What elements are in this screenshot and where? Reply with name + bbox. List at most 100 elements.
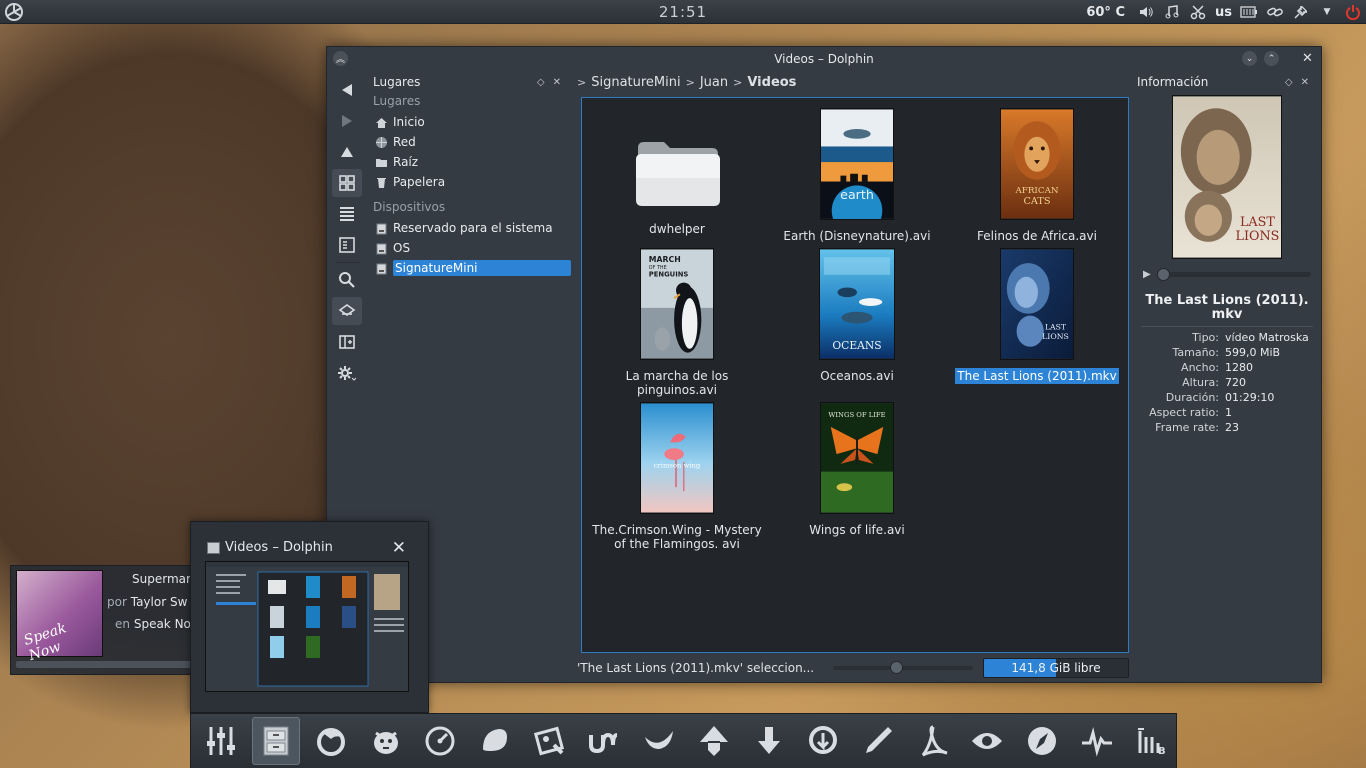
meta-value: vídeo Matroska xyxy=(1225,331,1309,344)
file-item[interactable]: OCEANS Oceanos.avi xyxy=(767,248,947,383)
mixer-icon[interactable] xyxy=(197,717,246,765)
temperature-readout[interactable]: 60° C xyxy=(1086,5,1125,20)
file-item[interactable]: crimson wing The.Crimson.Wing - Mystery … xyxy=(587,402,767,551)
breadcrumb-separator-icon[interactable]: > xyxy=(577,76,586,89)
find-button[interactable] xyxy=(332,266,362,294)
breadcrumb-separator-icon[interactable]: > xyxy=(733,76,742,89)
music-notes-icon[interactable] xyxy=(1163,3,1181,21)
file-view[interactable]: dwhelper earth Earth (Disneynature).avi xyxy=(581,97,1129,653)
file-name: The.Crimson.Wing - Mystery of the Flamin… xyxy=(592,523,762,551)
meta-key: Frame rate: xyxy=(1155,421,1219,434)
place-item-root[interactable]: Raíz xyxy=(371,152,571,172)
chevron-down-icon[interactable]: ▼ xyxy=(1318,3,1336,21)
firefox-icon[interactable] xyxy=(306,717,355,765)
place-label: Red xyxy=(393,135,416,149)
inkscape-icon[interactable] xyxy=(689,717,738,765)
poster-title-bottom: CATS xyxy=(1023,196,1050,207)
app-launcher-button[interactable] xyxy=(2,0,26,24)
details-view-button[interactable] xyxy=(332,200,362,228)
icons-view-button[interactable] xyxy=(332,169,362,197)
place-item-home[interactable]: Inicio xyxy=(371,112,571,132)
eye-icon[interactable] xyxy=(963,717,1012,765)
poster-title: earth xyxy=(840,187,874,202)
network-icon xyxy=(374,135,388,149)
battery-icon[interactable] xyxy=(1240,3,1258,21)
keyboard-layout[interactable]: us xyxy=(1215,5,1232,20)
playback-progress[interactable] xyxy=(16,661,196,668)
media-preview-player: ▶ xyxy=(1143,268,1311,281)
video-editor-icon[interactable] xyxy=(525,717,574,765)
place-item-trash[interactable]: Papelera xyxy=(371,172,571,192)
poster-title-bottom: PENGUINS xyxy=(649,271,689,279)
file-item[interactable]: AFRICAN CATS Felinos de Africa.avi xyxy=(947,108,1127,243)
panel-controls[interactable]: ◇✕ xyxy=(1285,77,1317,88)
columns-view-button[interactable] xyxy=(332,231,362,259)
window-menu-button[interactable]: ︽ xyxy=(333,51,348,66)
meta-key: Tamaño: xyxy=(1172,346,1219,359)
imdb-icon[interactable]: B xyxy=(1127,717,1176,765)
file-item[interactable]: dwhelper xyxy=(587,108,767,236)
place-item-network[interactable]: Red xyxy=(371,132,571,152)
free-space-indicator[interactable]: 141,8 GiB libre xyxy=(983,658,1129,678)
forward-button[interactable] xyxy=(332,107,362,135)
meta-value: 23 xyxy=(1225,421,1239,434)
file-item[interactable]: earth Earth (Disneynature).avi xyxy=(767,108,947,243)
drive-icon xyxy=(374,261,388,275)
download-icon[interactable] xyxy=(744,717,793,765)
breadcrumb-item[interactable]: SignatureMini xyxy=(591,75,680,90)
pen-icon[interactable] xyxy=(854,717,903,765)
device-item-signaturemini[interactable]: SignatureMini xyxy=(371,258,571,278)
breadcrumb-current[interactable]: Videos xyxy=(747,75,796,90)
window-titlebar[interactable]: ︽ Videos – Dolphin ⌄ ⌃ ✕ xyxy=(327,47,1321,71)
power-icon[interactable] xyxy=(1344,3,1362,21)
speedometer-icon[interactable] xyxy=(416,717,465,765)
maximize-button[interactable]: ⌃ xyxy=(1264,51,1279,66)
task-preview-tooltip[interactable]: Videos – Dolphin ✕ xyxy=(190,521,429,713)
settings-button[interactable] xyxy=(332,359,362,387)
meta-key: Duración: xyxy=(1165,391,1219,404)
split-button[interactable] xyxy=(332,328,362,356)
seek-slider-handle[interactable] xyxy=(1156,268,1170,281)
acrobat-icon[interactable] xyxy=(908,717,957,765)
breadcrumb-item[interactable]: Juan xyxy=(700,75,728,90)
mixxx-icon[interactable] xyxy=(635,717,684,765)
back-button[interactable] xyxy=(332,76,362,104)
meta-key: Altura: xyxy=(1182,376,1219,389)
file-item[interactable]: MARCH OF THE PENGUINS La marcha de los p… xyxy=(587,248,767,397)
update-icon[interactable] xyxy=(799,717,848,765)
places-panel-title: Lugares xyxy=(373,75,421,89)
artist-name: Taylor Sw xyxy=(130,595,188,609)
album-row: en Speak No xyxy=(115,617,191,631)
album-name: Speak No xyxy=(133,617,191,631)
window-thumbnail[interactable] xyxy=(205,561,409,692)
power-plug-icon[interactable] xyxy=(1292,3,1310,21)
zoom-slider-handle[interactable] xyxy=(890,661,904,674)
panel-controls[interactable]: ◇✕ xyxy=(537,77,569,88)
gimp-icon[interactable] xyxy=(361,717,410,765)
pulse-icon[interactable] xyxy=(1073,717,1122,765)
file-item[interactable]: WINGS OF LIFE Wings of life.avi xyxy=(767,402,947,537)
play-icon[interactable]: ▶ xyxy=(1143,269,1151,280)
device-item-os[interactable]: OS xyxy=(371,238,571,258)
by-label: por xyxy=(107,595,127,609)
minimize-button[interactable]: ⌄ xyxy=(1242,51,1257,66)
scissors-icon[interactable] xyxy=(1189,3,1207,21)
file-manager-icon[interactable] xyxy=(251,717,301,765)
zoom-slider[interactable] xyxy=(833,661,973,674)
volume-icon[interactable] xyxy=(1137,3,1155,21)
ubuntu-one-icon[interactable] xyxy=(580,717,629,765)
shape-icon[interactable] xyxy=(471,717,520,765)
now-playing-widget[interactable]: Speak Now Supermar por Taylor Sw en Spea… xyxy=(10,565,206,675)
compass-icon[interactable] xyxy=(1018,717,1067,765)
status-bar: 'The Last Lions (2011).mkv' seleccion...… xyxy=(577,656,1319,680)
close-button[interactable]: ✕ xyxy=(1300,51,1315,66)
file-item-selected[interactable]: LAST LIONS The Last Lions (2011).mkv xyxy=(947,248,1127,384)
seek-slider[interactable] xyxy=(1156,268,1311,281)
close-icon[interactable]: ✕ xyxy=(392,538,406,558)
device-item-reserved[interactable]: Reservado para el sistema xyxy=(371,218,571,238)
up-button[interactable] xyxy=(332,138,362,166)
preview-button[interactable] xyxy=(332,297,362,325)
breadcrumb-separator-icon[interactable]: > xyxy=(686,76,695,89)
folder-icon xyxy=(634,138,720,208)
network-link-icon[interactable] xyxy=(1266,3,1284,21)
